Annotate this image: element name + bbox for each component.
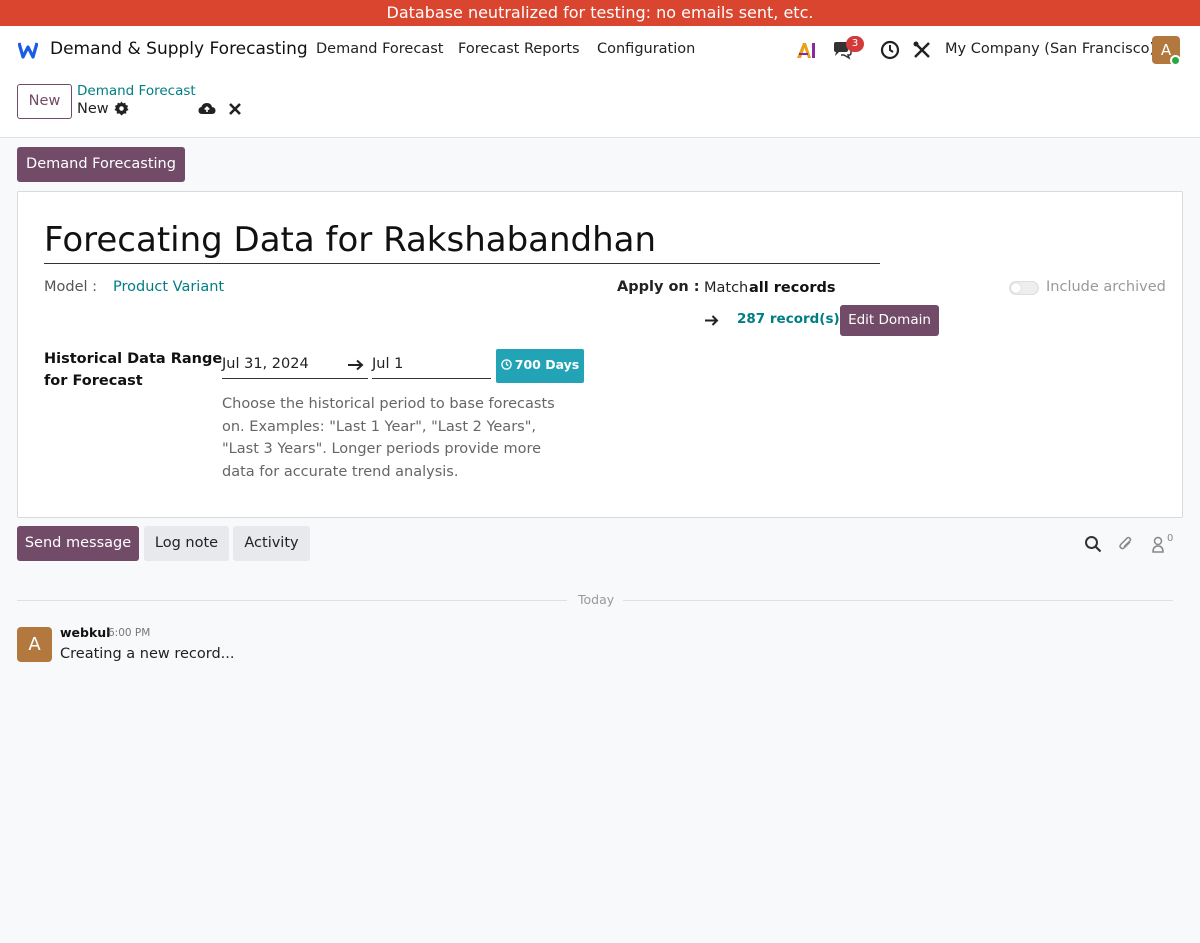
discard-icon[interactable]: [228, 102, 242, 116]
save-cloud-icon[interactable]: [198, 100, 216, 118]
message-time: 6:00 PM: [108, 627, 151, 639]
demand-forecasting-button[interactable]: Demand Forecasting: [17, 147, 185, 182]
edit-domain-button[interactable]: Edit Domain: [840, 305, 939, 336]
menu-forecast-reports[interactable]: Forecast Reports: [458, 41, 580, 57]
breadcrumb-current: New: [77, 101, 109, 117]
date-separator-label: Today: [578, 592, 615, 607]
long-arrow-right-icon: [348, 359, 364, 371]
send-message-button[interactable]: Send message: [17, 526, 139, 561]
match-prefix: Match: [704, 280, 749, 296]
days-badge: 700 Days: [496, 349, 584, 383]
message-avatar[interactable]: A: [17, 627, 52, 662]
record-title-input[interactable]: Forecating Data for Rakshabandhan: [44, 220, 880, 264]
model-value-link[interactable]: Product Variant: [113, 279, 224, 295]
paperclip-icon[interactable]: [1117, 535, 1135, 553]
app-logo-icon[interactable]: [18, 41, 38, 59]
include-archived-toggle[interactable]: [1009, 281, 1039, 295]
history-help-text: Choose the historical period to base for…: [222, 396, 555, 480]
history-label-line1: Historical Data Range: [44, 351, 223, 367]
days-badge-text: 700 Days: [514, 357, 580, 372]
record-count-link[interactable]: 287 record(s): [737, 311, 840, 327]
history-label-line2: for Forecast: [44, 373, 143, 389]
follower-count: 0: [1167, 533, 1174, 544]
company-switcher[interactable]: My Company (San Francisco): [945, 41, 1155, 57]
follower-icon[interactable]: [1150, 535, 1168, 553]
clock-icon[interactable]: [879, 39, 901, 61]
model-label: Model :: [44, 279, 98, 295]
date-separator-line-left: [17, 600, 567, 601]
log-note-button[interactable]: Log note: [144, 526, 229, 561]
online-status-dot: [1170, 55, 1181, 66]
arrow-right-icon: [705, 315, 719, 326]
search-icon[interactable]: [1084, 535, 1102, 553]
menu-configuration[interactable]: Configuration: [597, 41, 695, 57]
ai-icon[interactable]: [795, 39, 817, 61]
message-body: Creating a new record...: [60, 646, 235, 662]
date-to-input[interactable]: Jul 1: [372, 352, 491, 379]
activity-button[interactable]: Activity: [233, 526, 310, 561]
top-navbar: Demand & Supply Forecasting Demand Forec…: [0, 26, 1200, 74]
menu-demand-forecast[interactable]: Demand Forecast: [316, 41, 443, 57]
breadcrumb-parent[interactable]: Demand Forecast: [77, 83, 196, 99]
message-author[interactable]: webkul: [60, 625, 110, 640]
control-panel: New Demand Forecast New: [0, 74, 1200, 138]
include-archived-label: Include archived: [1046, 279, 1166, 295]
messages-badge: 3: [846, 36, 864, 52]
neutralized-banner: Database neutralized for testing: no ema…: [0, 0, 1200, 26]
gear-icon[interactable]: [114, 101, 129, 116]
app-name[interactable]: Demand & Supply Forecasting: [50, 39, 308, 59]
date-separator-line-right: [623, 600, 1173, 601]
apply-on-label: Apply on :: [617, 279, 700, 295]
tools-icon[interactable]: [911, 39, 933, 61]
new-button[interactable]: New: [17, 84, 72, 119]
clock-icon: [500, 359, 512, 370]
form-sheet: Forecating Data for Rakshabandhan Model …: [17, 191, 1183, 518]
match-all-records: all records: [749, 280, 836, 296]
